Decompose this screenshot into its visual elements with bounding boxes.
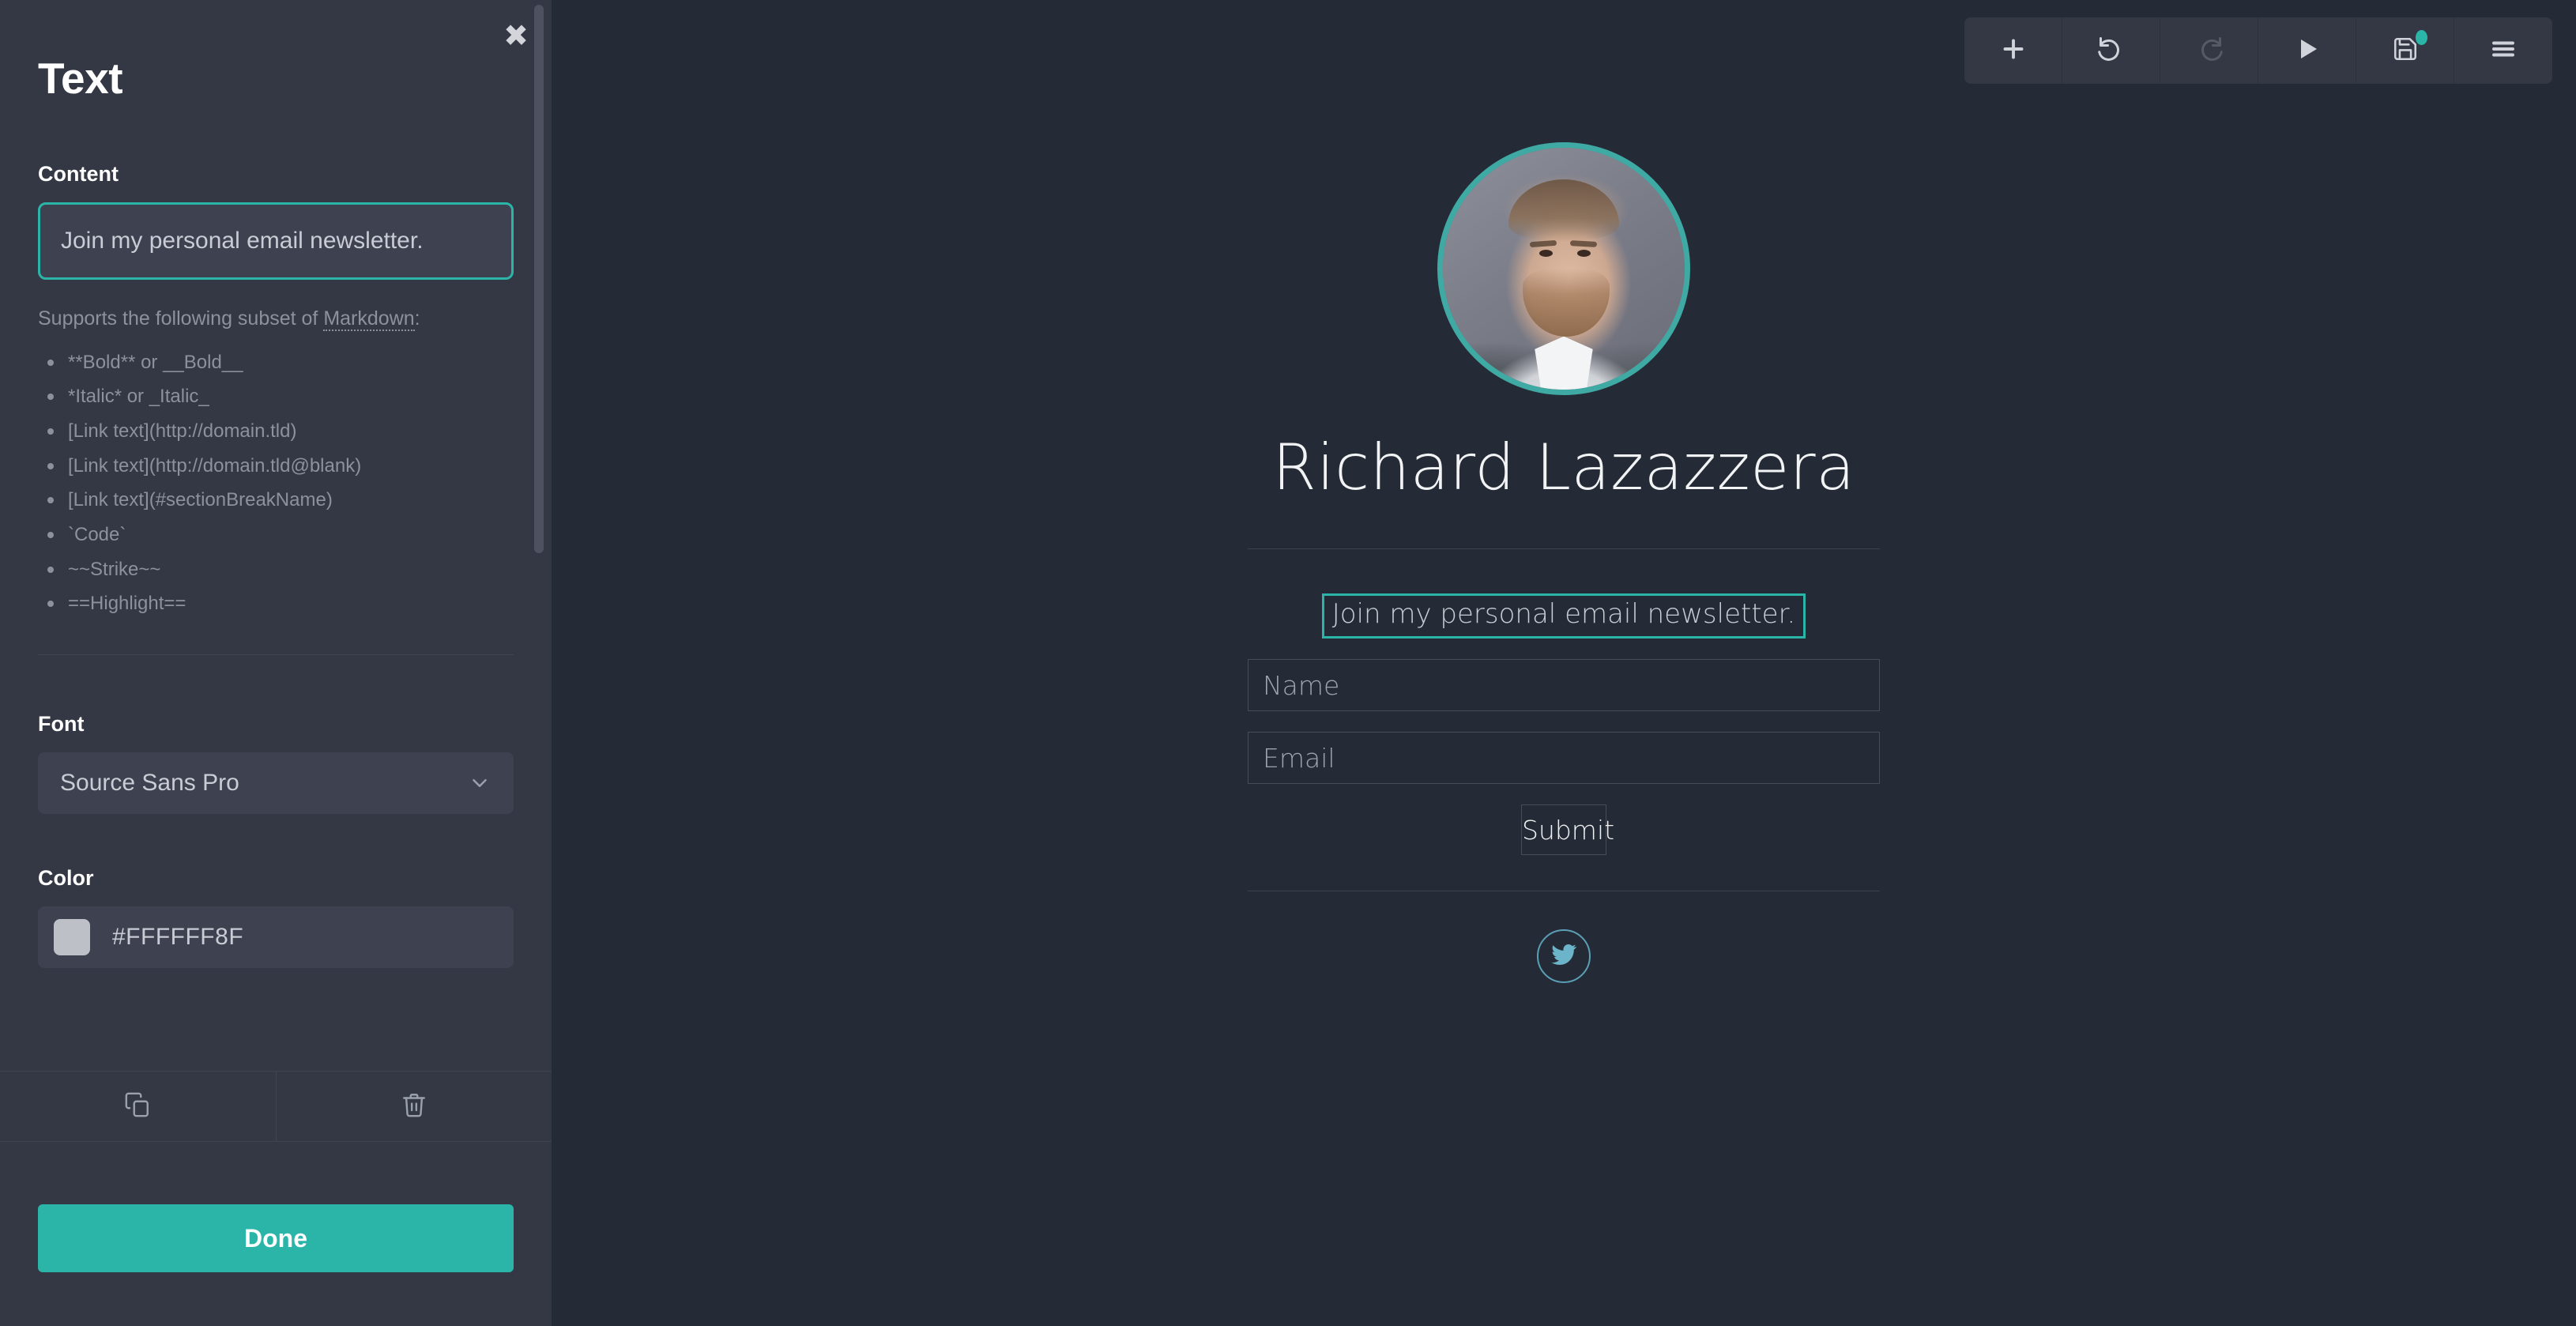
avatar-hair <box>1508 179 1620 243</box>
avatar[interactable] <box>1437 142 1690 395</box>
list-item: *Italic* or _Italic_ <box>38 379 514 414</box>
avatar-eye-left <box>1539 249 1554 257</box>
save-icon <box>2392 36 2419 66</box>
menu-button[interactable] <box>2454 17 2552 84</box>
preview-button[interactable] <box>2258 17 2356 84</box>
twitter-button[interactable] <box>1537 929 1591 984</box>
trash-icon <box>401 1091 427 1122</box>
social-row <box>1248 929 1880 984</box>
avatar-photo <box>1443 148 1685 390</box>
form-headline-selected[interactable]: Join my personal email newsletter. <box>1321 593 1806 639</box>
list-item: [Link text](http://domain.tld) <box>38 414 514 449</box>
markdown-help-colon: : <box>414 307 420 330</box>
list-item: **Bold** or __Bold__ <box>38 345 514 380</box>
hamburger-icon <box>2489 35 2518 67</box>
redo-button[interactable] <box>2160 17 2258 84</box>
unsaved-changes-badge <box>2416 30 2427 45</box>
app-root: ✖ Text Content Supports the following su… <box>0 0 2576 1326</box>
duplicate-button[interactable] <box>0 1072 277 1141</box>
undo-icon <box>2097 35 2126 67</box>
duplicate-icon <box>124 1091 151 1122</box>
content-input[interactable] <box>38 202 514 280</box>
markdown-help-intro: Supports the following subset of <box>38 307 324 330</box>
plus-icon <box>1999 35 2028 67</box>
canvas-preview[interactable]: Richard Lazazzera Join my personal email… <box>552 0 2576 1326</box>
color-section: Color #FFFFFF8F <box>38 866 514 969</box>
undo-button[interactable] <box>2062 17 2160 84</box>
email-field[interactable] <box>1248 732 1880 785</box>
profile-name[interactable]: Richard Lazazzera <box>1248 433 1880 503</box>
color-input[interactable]: #FFFFFF8F <box>38 906 514 969</box>
done-button[interactable]: Done <box>38 1204 514 1272</box>
page-title: Text <box>38 54 123 103</box>
font-select-value: Source Sans Pro <box>60 770 239 797</box>
twitter-icon <box>1550 941 1577 972</box>
list-item: [Link text](http://domain.tld@blank) <box>38 449 514 484</box>
panel-inner: Text Content Supports the following subs… <box>0 54 552 969</box>
panel-scrollbar[interactable] <box>534 0 544 1071</box>
delete-button[interactable] <box>277 1072 552 1141</box>
markdown-syntax-list: **Bold** or __Bold__ *Italic* or _Italic… <box>38 345 514 621</box>
markdown-help-text: Supports the following subset of Markdow… <box>38 306 514 333</box>
avatar-brow-left <box>1529 239 1557 247</box>
text-element-editor-panel: ✖ Text Content Supports the following su… <box>0 0 552 1326</box>
list-item: [Link text](#sectionBreakName) <box>38 483 514 518</box>
play-icon <box>2295 36 2320 66</box>
avatar-shirt <box>1535 336 1593 390</box>
panel-scroll-region: Text Content Supports the following subs… <box>0 0 552 1071</box>
panel-action-bar <box>0 1071 552 1142</box>
add-button[interactable] <box>1964 17 2062 84</box>
section-divider <box>38 654 514 656</box>
color-label: Color <box>38 866 94 891</box>
list-item: ==Highlight== <box>38 586 514 621</box>
form-headline-wrap: Join my personal email newsletter. <box>1248 593 1880 639</box>
avatar-beard <box>1522 269 1610 337</box>
font-section: Font Source Sans Pro <box>38 712 514 815</box>
font-label: Font <box>38 712 85 736</box>
submit-button[interactable]: Submit <box>1521 804 1614 856</box>
list-item: ~~Strike~~ <box>38 552 514 587</box>
save-button[interactable] <box>2356 17 2454 84</box>
top-toolbar <box>1964 17 2552 84</box>
chevron-down-icon <box>468 771 491 795</box>
markdown-link[interactable]: Markdown <box>323 307 415 331</box>
avatar-eye-right <box>1576 249 1591 257</box>
avatar-brow-right <box>1569 239 1597 247</box>
list-item: `Code` <box>38 518 514 552</box>
redo-icon <box>2195 35 2224 67</box>
name-field[interactable] <box>1248 659 1880 712</box>
font-select[interactable]: Source Sans Pro <box>38 752 514 815</box>
close-icon[interactable]: ✖ <box>498 17 534 54</box>
content-section: Content Supports the following subset of… <box>38 162 514 621</box>
canvas-content: Richard Lazazzera Join my personal email… <box>1248 0 1880 984</box>
scrollbar-thumb[interactable] <box>534 5 544 553</box>
section-break-divider-top <box>1248 548 1880 549</box>
content-label: Content <box>38 162 119 186</box>
color-swatch[interactable] <box>54 919 90 956</box>
color-value: #FFFFFF8F <box>112 924 244 951</box>
